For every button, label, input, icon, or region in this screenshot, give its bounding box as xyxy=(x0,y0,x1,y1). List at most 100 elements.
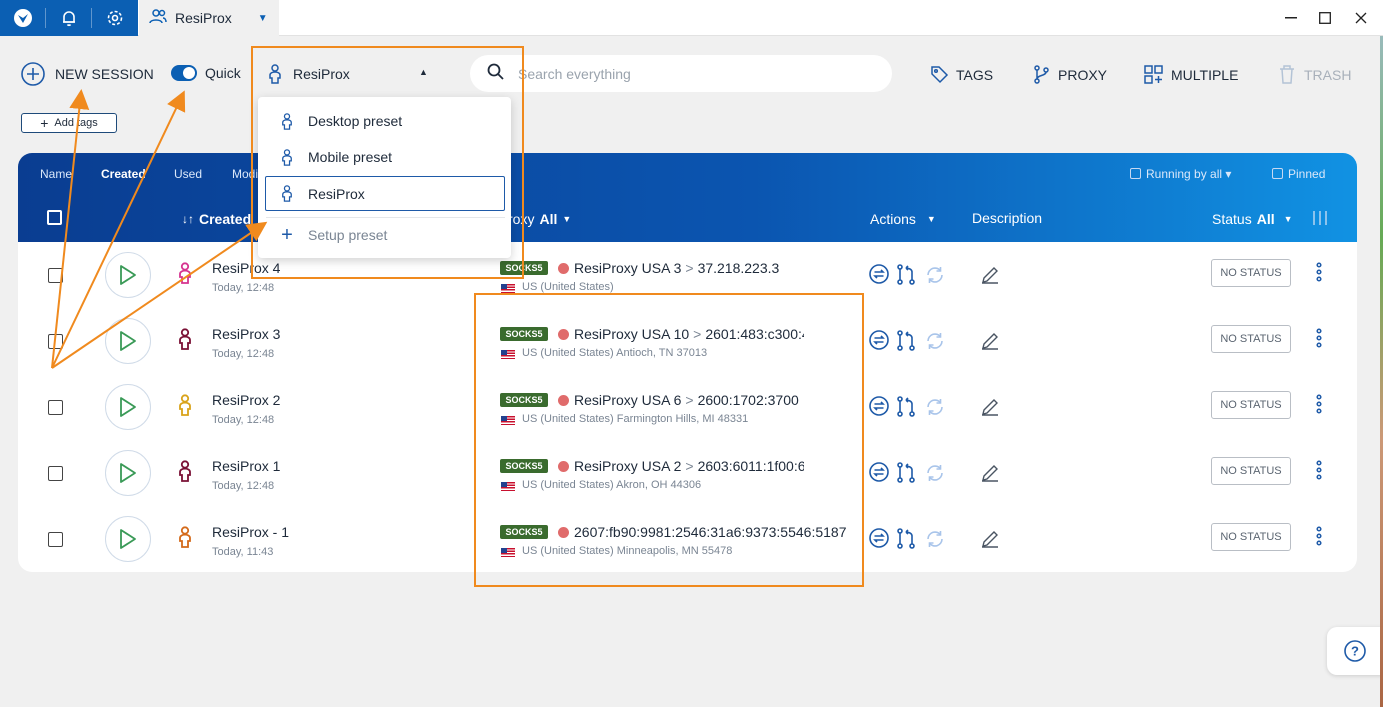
refresh-icon[interactable] xyxy=(924,264,946,291)
chevron-down-icon: ▼ xyxy=(562,214,572,224)
help-button[interactable]: ? xyxy=(1327,627,1383,675)
row-checkbox[interactable] xyxy=(48,466,63,481)
play-icon xyxy=(120,331,136,351)
pencil-icon[interactable] xyxy=(981,530,999,553)
status-button[interactable]: NO STATUS xyxy=(1211,523,1291,551)
pinned-checkbox[interactable] xyxy=(1272,168,1283,179)
play-button[interactable] xyxy=(105,384,151,430)
play-icon xyxy=(120,265,136,285)
new-session-label: NEW SESSION xyxy=(55,66,154,82)
sort-used[interactable]: Used xyxy=(174,167,202,181)
play-button[interactable] xyxy=(105,516,151,562)
refresh-icon[interactable] xyxy=(924,396,946,423)
select-all-checkbox[interactable] xyxy=(47,210,62,225)
swap-icon[interactable] xyxy=(869,264,889,289)
running-checkbox[interactable] xyxy=(1130,168,1141,179)
column-status[interactable]: Status All ▼ xyxy=(1212,211,1293,227)
maximize-button[interactable] xyxy=(1310,0,1340,36)
proxy-button[interactable]: PROXY xyxy=(1033,65,1107,84)
row-checkbox[interactable] xyxy=(48,268,63,283)
status-button[interactable]: NO STATUS xyxy=(1211,391,1291,419)
app-logo-icon[interactable] xyxy=(0,0,45,36)
profile-person-icon xyxy=(178,328,192,355)
sort-created[interactable]: Created xyxy=(101,167,146,181)
proxy-name: ResiProxy USA 3 xyxy=(574,260,682,276)
toggle-switch[interactable] xyxy=(171,65,197,81)
sort-name[interactable]: Name xyxy=(40,167,72,181)
session-date: Today, 12:48 xyxy=(212,282,275,294)
tab-label: ResiProx xyxy=(175,10,232,26)
refresh-icon[interactable] xyxy=(924,330,946,357)
session-date: Today, 12:48 xyxy=(212,348,275,360)
pencil-icon[interactable] xyxy=(981,464,999,487)
status-filter[interactable]: All xyxy=(1257,211,1275,227)
more-icon[interactable] xyxy=(1316,394,1322,419)
column-created[interactable]: ↓↑ Created xyxy=(182,211,251,227)
sort-arrows-icon: ↓↑ xyxy=(182,212,194,226)
running-by-all-filter[interactable]: Running by all ▾ xyxy=(1130,167,1231,181)
actions-header: Actions xyxy=(870,211,916,227)
row-checkbox[interactable] xyxy=(48,334,63,349)
branch-icon[interactable] xyxy=(896,528,917,554)
search-bar[interactable]: Search everything xyxy=(470,55,892,92)
proxy-info[interactable]: ResiProxy USA 3 >37.218.223.3 xyxy=(574,260,779,276)
new-session-button[interactable]: NEW SESSION xyxy=(21,62,154,86)
swap-icon[interactable] xyxy=(869,330,889,355)
gear-icon[interactable] xyxy=(92,0,137,36)
created-header: Created xyxy=(199,211,252,227)
session-name[interactable]: ResiProx 1 xyxy=(212,458,280,474)
trash-label: TRASH xyxy=(1304,66,1352,83)
branch-icon[interactable] xyxy=(896,396,917,422)
tag-icon xyxy=(931,66,949,84)
add-tags-button[interactable]: + Add tags xyxy=(21,113,117,133)
status-button[interactable]: NO STATUS xyxy=(1211,457,1291,485)
play-button[interactable] xyxy=(105,252,151,298)
table-header: Name Created Used Modi Running by all ▾ … xyxy=(18,153,1357,242)
play-icon xyxy=(120,397,136,417)
branch-icon[interactable] xyxy=(896,264,917,290)
row-checkbox[interactable] xyxy=(48,532,63,547)
play-icon xyxy=(120,529,136,549)
refresh-icon[interactable] xyxy=(924,462,946,489)
column-settings-icon[interactable] xyxy=(1313,211,1327,225)
chevron-down-icon[interactable]: ▼ xyxy=(258,13,268,24)
session-name[interactable]: ResiProx 3 xyxy=(212,326,280,342)
status-button[interactable]: NO STATUS xyxy=(1211,325,1291,353)
swap-icon[interactable] xyxy=(869,396,889,421)
annotation-box-proxies xyxy=(474,293,864,587)
row-checkbox[interactable] xyxy=(48,400,63,415)
play-button[interactable] xyxy=(105,318,151,364)
pencil-icon[interactable] xyxy=(981,266,999,289)
swap-icon[interactable] xyxy=(869,462,889,487)
bell-icon[interactable] xyxy=(46,0,91,36)
more-icon[interactable] xyxy=(1316,526,1322,551)
proxy-filter[interactable]: All xyxy=(539,211,557,227)
trash-button[interactable]: TRASH xyxy=(1279,65,1351,84)
tags-button[interactable]: TAGS xyxy=(930,65,993,84)
more-icon[interactable] xyxy=(1316,328,1322,353)
column-actions[interactable]: Actions ▼ xyxy=(870,211,936,227)
minimize-button[interactable] xyxy=(1276,0,1306,36)
refresh-icon[interactable] xyxy=(924,528,946,555)
help-icon: ? xyxy=(1344,640,1366,662)
more-icon[interactable] xyxy=(1316,460,1322,485)
branch-icon[interactable] xyxy=(896,462,917,488)
session-name[interactable]: ResiProx - 1 xyxy=(212,524,289,540)
status-button[interactable]: NO STATUS xyxy=(1211,259,1291,287)
pencil-icon[interactable] xyxy=(981,332,999,355)
title-bar: ResiProx ▼ xyxy=(0,0,1383,36)
quick-label: Quick xyxy=(205,65,241,81)
swap-icon[interactable] xyxy=(869,528,889,553)
play-button[interactable] xyxy=(105,450,151,496)
session-name[interactable]: ResiProx 2 xyxy=(212,392,280,408)
quick-toggle[interactable]: Quick xyxy=(171,65,241,81)
pencil-icon[interactable] xyxy=(981,398,999,421)
close-button[interactable] xyxy=(1346,0,1376,36)
proxy-ip: 37.218.223.3 xyxy=(697,260,780,276)
multiple-button[interactable]: MULTIPLE xyxy=(1144,65,1238,84)
pinned-filter[interactable]: Pinned xyxy=(1272,167,1325,181)
branch-icon[interactable] xyxy=(896,330,917,356)
tab-resiprox[interactable]: ResiProx ▼ xyxy=(139,0,279,36)
more-icon[interactable] xyxy=(1316,262,1322,287)
search-input[interactable]: Search everything xyxy=(518,66,631,82)
